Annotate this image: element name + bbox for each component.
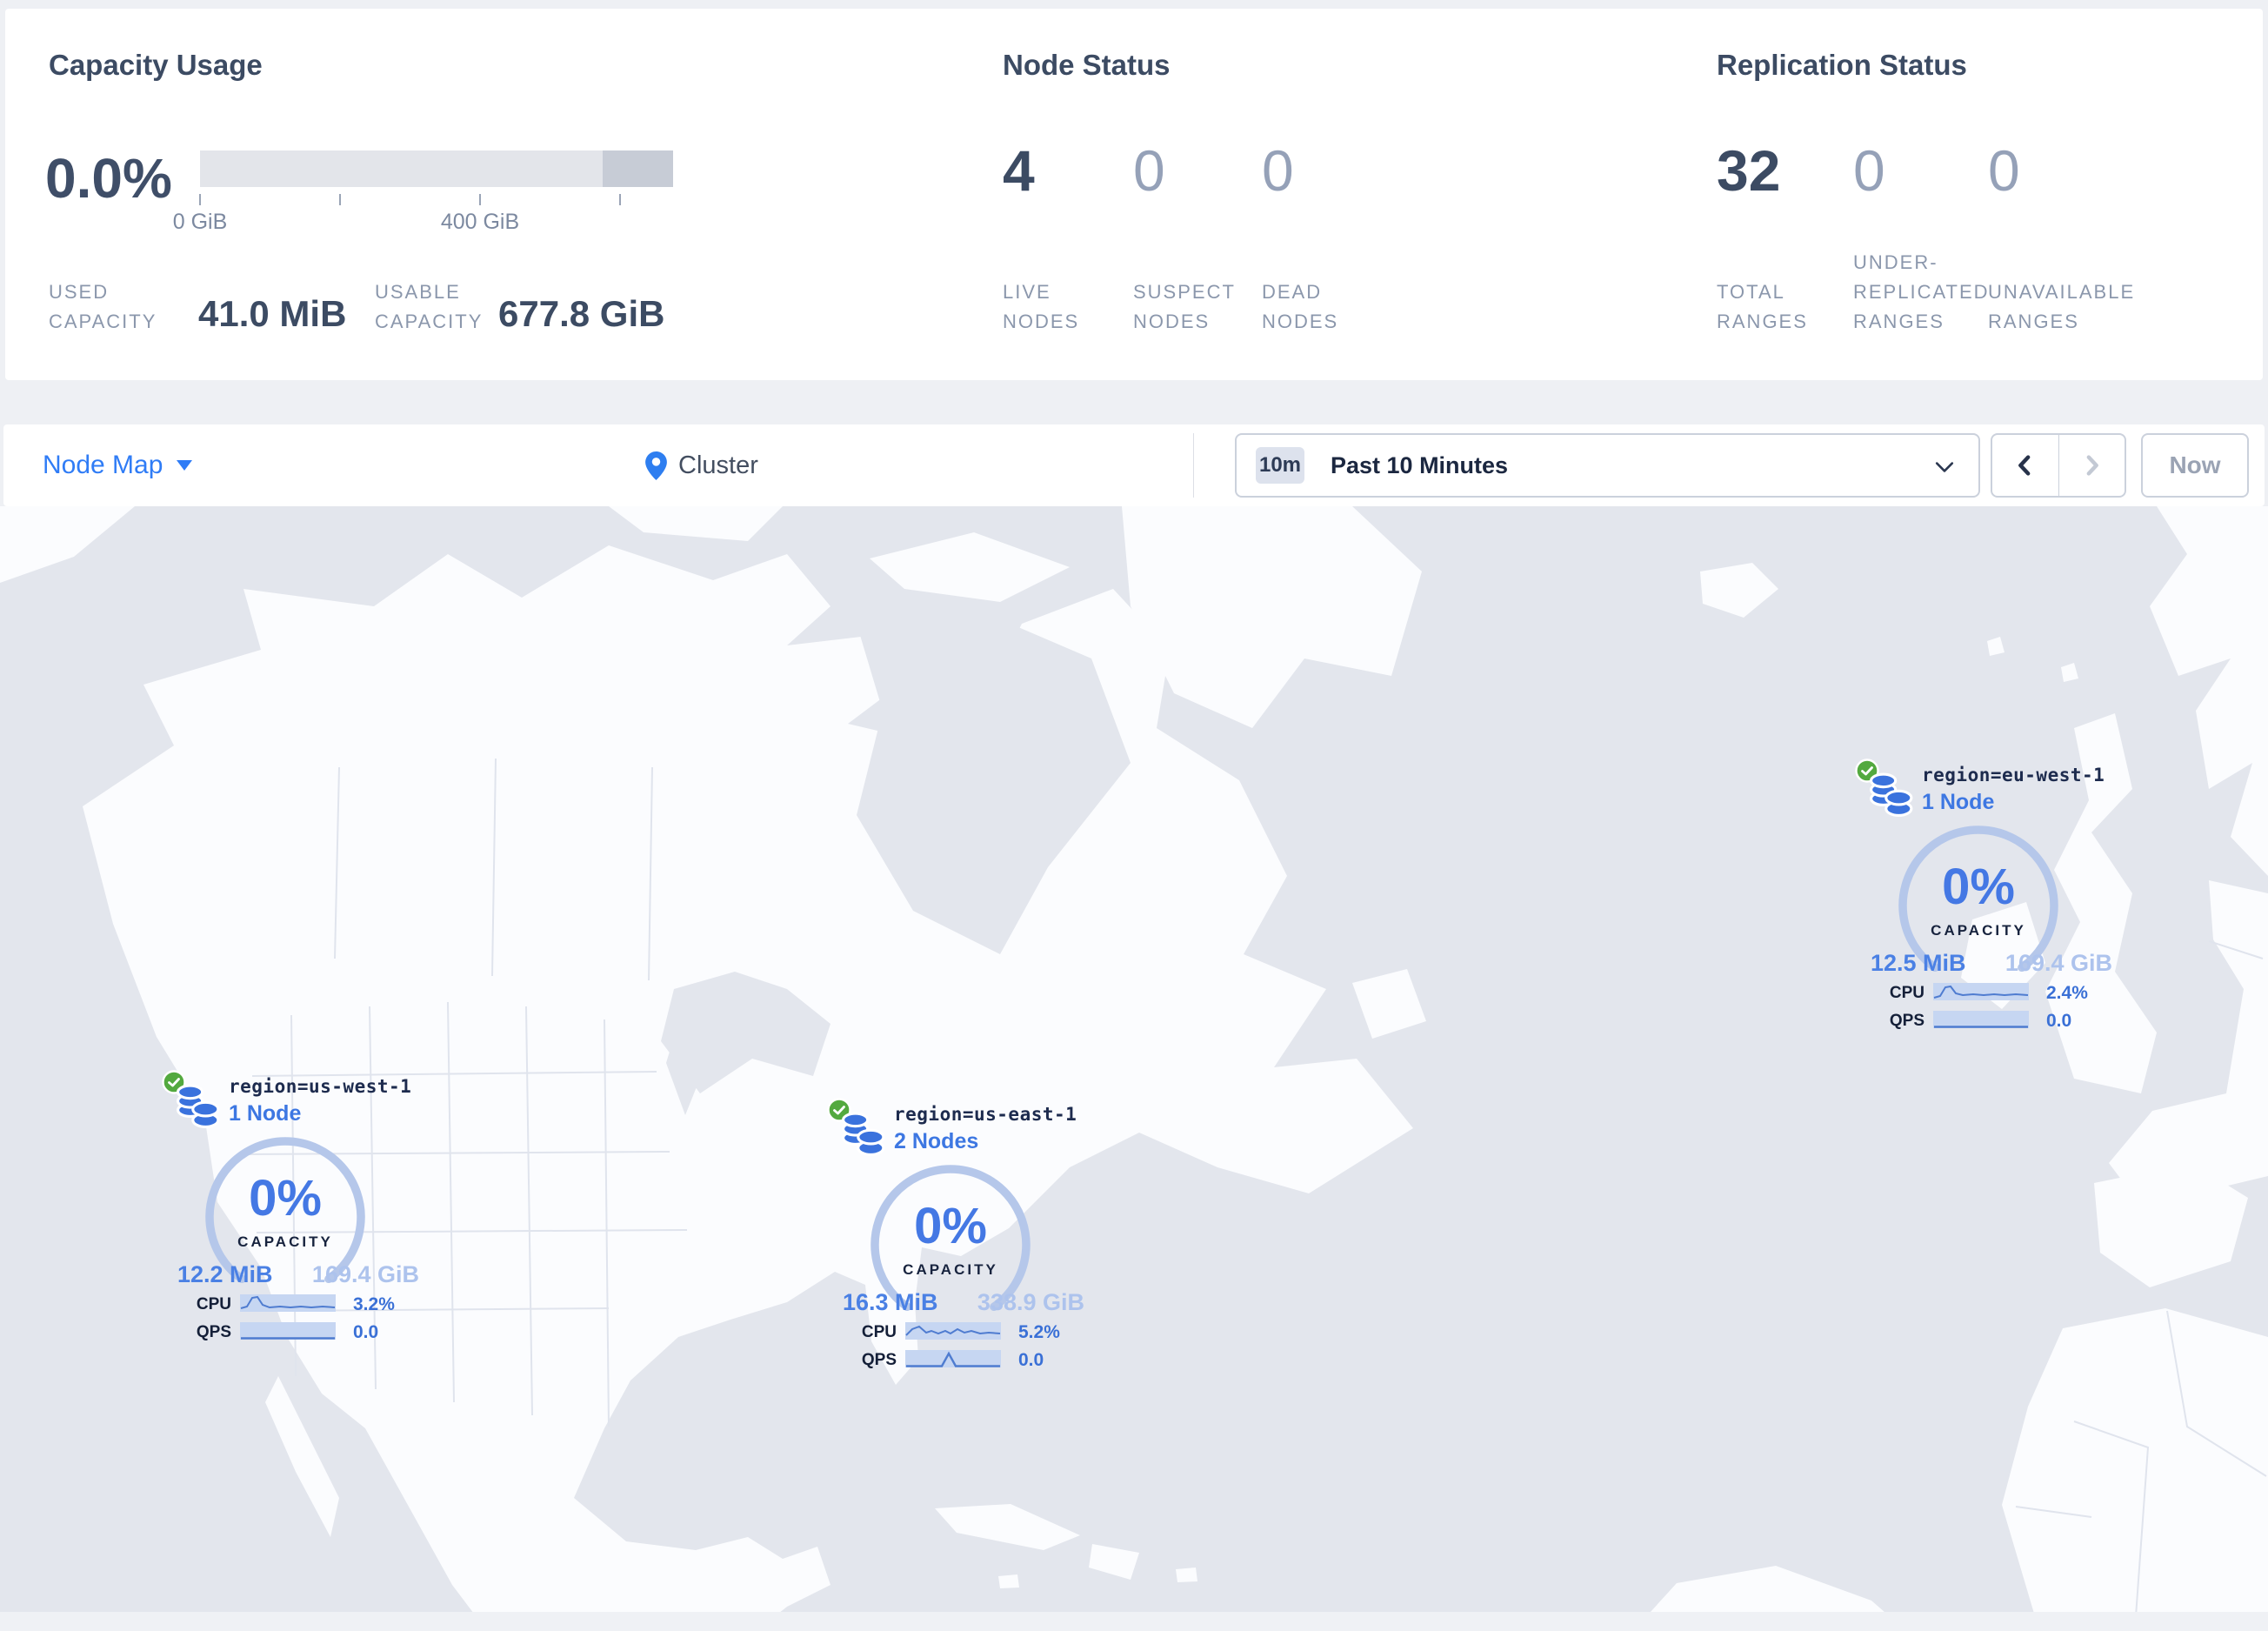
used-capacity-value: 41.0 MiB [198,293,347,334]
world-map-graphic [0,506,2268,1631]
region-name: region=us-east-1 [894,1104,1077,1125]
view-selector-dropdown[interactable]: Node Map [43,424,193,506]
qps-sparkline [1933,1011,2029,1028]
region-marker-us-east-1[interactable]: region=us-east-1 2 Nodes 0% CAPACITY 16.… [820,1098,1107,1385]
total-capacity: 338.9 GiB [977,1289,1084,1315]
capacity-label: CAPACITY [237,1233,333,1250]
axis-tick [619,194,621,205]
under-replicated-label: UNDER-REPLICATED RANGES [1853,251,1990,332]
map-toolbar: Node Map Cluster 10m Past 10 Minutes Now [3,424,2265,506]
database-stack-icon [1870,772,1913,817]
time-step-buttons [1991,433,2126,498]
axis-tick [339,194,341,205]
total-ranges-label: TOTAL RANGES [1717,281,1808,332]
qps-value: 0.0 [1018,1350,1044,1370]
cpu-sparkline [240,1294,336,1312]
suspect-nodes-count: 0 [1133,138,1165,203]
dead-nodes-count: 0 [1262,138,1294,203]
node-status-title: Node Status [1003,49,1171,81]
used-capacity: 12.5 MiB [1871,950,1966,976]
capacity-percent: 0% [914,1198,987,1254]
previous-interval-button[interactable] [1992,435,2059,496]
usable-capacity-value: 677.8 GiB [498,293,665,334]
axis-label-zero: 0 GiB [172,210,228,234]
capacity-label: CAPACITY [1931,922,2026,939]
cpu-label: CPU [1889,984,1924,1002]
map-footer-strip [0,1612,2268,1631]
dead-nodes-label: DEAD NODES [1262,281,1339,332]
axis-tick [479,194,481,205]
region-node-count: 1 Node [1922,790,1995,814]
now-button[interactable]: Now [2141,433,2249,498]
capacity-bar-reserved-segment [603,150,673,187]
cpu-label: CPU [196,1295,231,1313]
cpu-label: CPU [861,1323,897,1341]
qps-value: 0.0 [353,1322,379,1342]
node-map: region=us-west-1 1 Node 0% CAPACITY 12.2… [0,506,2268,1631]
region-name: region=eu-west-1 [1922,765,2105,785]
next-interval-button[interactable] [2059,435,2125,496]
capacity-bar [200,150,673,187]
cluster-summary-card: Capacity Usage 0.0% 0 GiB 400 GiB USED C… [5,9,2263,380]
axis-label-400: 400 GiB [440,210,520,234]
used-capacity: 12.2 MiB [177,1261,273,1287]
qps-sparkline [240,1322,336,1340]
live-nodes-count: 4 [1003,138,1035,203]
capacity-label: CAPACITY [903,1261,998,1278]
live-nodes-label: LIVE NODES [1003,281,1080,332]
region-node-count: 1 Node [229,1101,302,1126]
region-node-count: 2 Nodes [894,1129,979,1153]
database-stack-icon [842,1112,885,1156]
chevron-down-icon [1935,462,1954,472]
region-marker-eu-west-1[interactable]: region=eu-west-1 1 Node 0% CAPACITY 12.5… [1848,759,2135,1046]
region-marker-us-west-1[interactable]: region=us-west-1 1 Node 0% CAPACITY 12.2… [155,1070,442,1357]
replication-status-title: Replication Status [1717,49,1967,81]
usable-capacity-label: USABLE CAPACITY [375,281,484,332]
capacity-percent: 0% [249,1170,322,1227]
unavailable-label: UNAVAILABLE RANGES [1988,281,2136,332]
unavailable-count: 0 [1988,138,2020,203]
qps-label: QPS [196,1323,231,1341]
view-selector-label: Node Map [43,451,163,479]
cpu-value: 3.2% [353,1294,395,1314]
chevron-right-icon [2086,455,2099,476]
capacity-percent: 0% [1942,859,2015,915]
total-capacity: 169.4 GiB [311,1261,419,1287]
under-replicated-count: 0 [1853,138,1885,203]
capacity-percent: 0.0% [45,147,172,210]
chevron-down-icon [177,460,193,471]
cpu-value: 2.4% [2046,983,2088,1003]
toolbar-divider [1193,433,1194,498]
time-range-dropdown[interactable]: 10m Past 10 Minutes [1235,433,1980,498]
axis-tick [199,194,201,205]
cpu-value: 5.2% [1018,1322,1060,1342]
used-capacity: 16.3 MiB [843,1289,938,1315]
chevron-left-icon [2018,455,2031,476]
qps-label: QPS [1889,1012,1924,1030]
suspect-nodes-label: SUSPECT NODES [1133,281,1236,332]
used-capacity-label: USED CAPACITY [49,281,157,332]
total-ranges-count: 32 [1717,138,1781,203]
cpu-sparkline [905,1322,1001,1340]
time-range-value: Past 10 Minutes [1331,451,1509,478]
qps-value: 0.0 [2046,1011,2072,1031]
time-range-badge: 10m [1256,447,1304,484]
qps-sparkline [905,1350,1001,1367]
capacity-usage-title: Capacity Usage [49,49,263,81]
map-pin-icon [645,451,667,480]
cpu-sparkline [1933,983,2029,1000]
total-capacity: 169.4 GiB [2005,950,2112,976]
region-name: region=us-west-1 [229,1076,412,1097]
breadcrumb-cluster[interactable]: Cluster [645,424,758,506]
qps-label: QPS [861,1351,897,1369]
breadcrumb-label: Cluster [678,451,758,479]
database-stack-icon [177,1084,220,1128]
